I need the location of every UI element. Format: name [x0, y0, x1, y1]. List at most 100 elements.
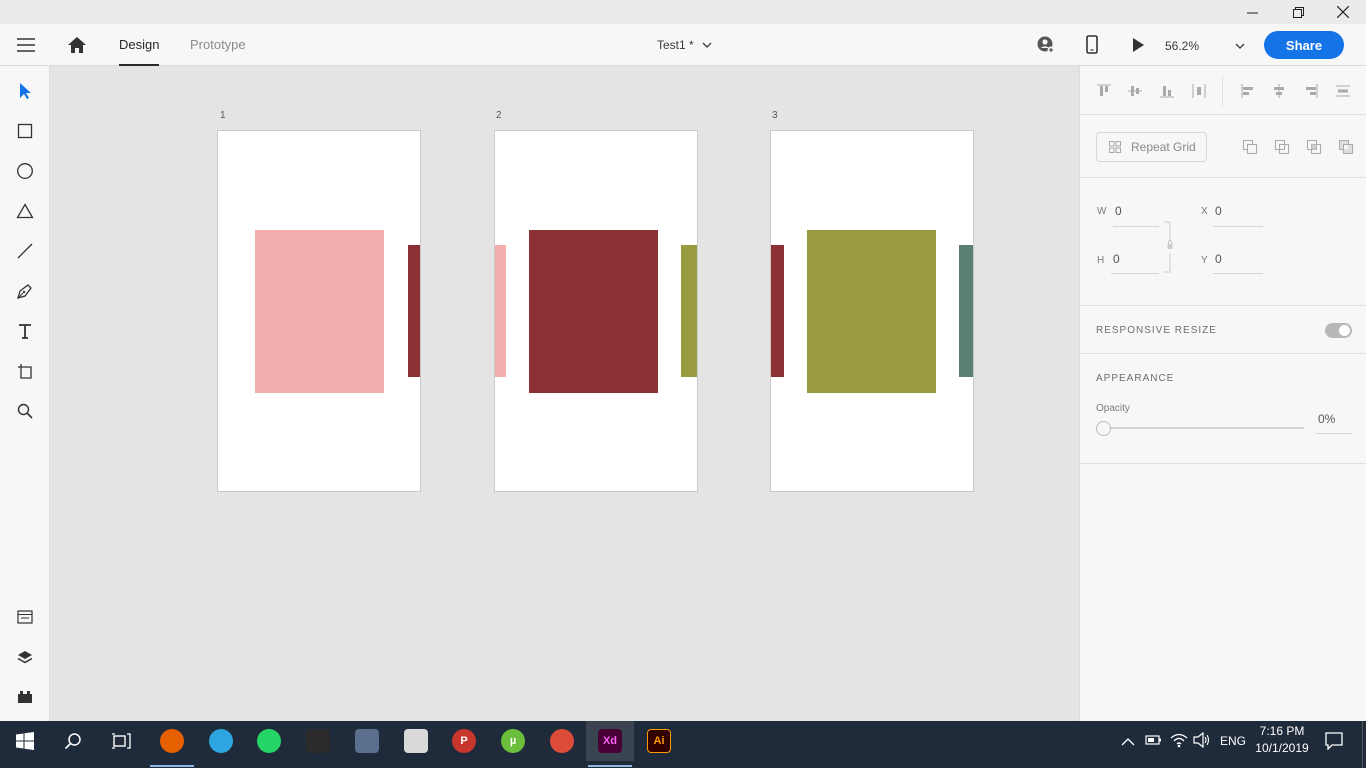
clock[interactable]: 7:16 PM 10/1/2019	[1252, 724, 1312, 755]
distribute-horizontal-button[interactable]	[1189, 81, 1209, 101]
task-view-button[interactable]	[97, 721, 145, 761]
p-app-icon: P	[452, 729, 476, 753]
input-language[interactable]: ENG	[1220, 734, 1246, 748]
layers-panel-button[interactable]	[10, 642, 40, 672]
taskbar-app-red-app[interactable]	[392, 721, 440, 761]
taskbar-app-p-app[interactable]: P	[440, 721, 488, 761]
assets-icon	[17, 610, 33, 624]
invite-user-button[interactable]	[1036, 35, 1056, 55]
select-tool[interactable]	[10, 76, 40, 106]
artboard-2[interactable]	[494, 130, 698, 492]
zoom-dropdown[interactable]: 56.2%	[1165, 37, 1245, 55]
text-tool[interactable]	[10, 316, 40, 346]
taskbar-app-network-tool[interactable]	[343, 721, 391, 761]
align-top-button[interactable]	[1094, 81, 1114, 101]
opacity-slider-handle[interactable]	[1096, 421, 1111, 436]
search-button[interactable]	[49, 721, 97, 761]
artboard-label[interactable]: 1	[220, 110, 226, 121]
taskbar-app-calculator[interactable]	[294, 721, 342, 761]
show-desktop-button[interactable]	[1362, 721, 1363, 768]
distribute-vertical-button[interactable]	[1333, 81, 1353, 101]
home-button[interactable]	[66, 35, 88, 55]
left-peek-rectangle[interactable]	[771, 245, 784, 377]
y-input[interactable]: 0	[1215, 252, 1222, 266]
align-center-button[interactable]	[1269, 81, 1289, 101]
tab-prototype[interactable]: Prototype	[190, 24, 246, 66]
artboard-label[interactable]: 2	[496, 110, 502, 121]
taskbar-app-telegram[interactable]	[197, 721, 245, 761]
line-tool[interactable]	[10, 236, 40, 266]
polygon-tool[interactable]	[10, 196, 40, 226]
chrome-icon	[550, 729, 574, 753]
boolean-subtract-button[interactable]	[1272, 137, 1292, 157]
align-left-button[interactable]	[1238, 81, 1258, 101]
zoom-tool[interactable]	[10, 396, 40, 426]
plugins-panel-button[interactable]	[10, 682, 40, 712]
responsive-resize-toggle[interactable]	[1325, 323, 1352, 338]
left-peek-rectangle[interactable]	[495, 245, 506, 377]
hamburger-menu-button[interactable]	[16, 36, 36, 54]
tab-design[interactable]: Design	[119, 24, 160, 66]
taskbar-app-adobe-xd[interactable]: Xd	[586, 721, 634, 767]
divider	[1080, 305, 1366, 306]
boolean-exclude-button[interactable]	[1336, 137, 1356, 157]
x-input[interactable]: 0	[1215, 204, 1222, 218]
right-peek-rectangle[interactable]	[408, 245, 420, 377]
design-canvas[interactable]: 1 2 3	[50, 66, 1079, 721]
taskbar-app-firefox[interactable]	[148, 721, 196, 767]
height-input[interactable]: 0	[1113, 252, 1120, 266]
taskbar-app-adobe-illustrator[interactable]: Ai	[635, 721, 683, 761]
boolean-add-button[interactable]	[1240, 137, 1260, 157]
repeat-grid-icon	[1109, 141, 1121, 153]
power-tray-button[interactable]	[1145, 733, 1163, 752]
align-middle-button[interactable]	[1125, 81, 1145, 101]
wifi-icon	[1170, 733, 1188, 748]
red-app-icon	[404, 729, 428, 753]
artboard-label[interactable]: 3	[772, 110, 778, 121]
volume-tray-button[interactable]	[1193, 731, 1211, 753]
whatsapp-icon	[257, 729, 281, 753]
play-preview-button[interactable]	[1130, 36, 1146, 54]
artboard-tool[interactable]	[10, 356, 40, 386]
taskbar-app-utorrent[interactable]: µ	[489, 721, 537, 761]
device-preview-button[interactable]	[1084, 35, 1100, 55]
center-rectangle[interactable]	[529, 230, 658, 393]
home-icon	[68, 37, 86, 53]
network-tray-button[interactable]	[1170, 732, 1188, 753]
pen-tool[interactable]	[10, 276, 40, 306]
tray-overflow-button[interactable]	[1121, 734, 1135, 752]
assets-panel-button[interactable]	[10, 602, 40, 632]
opacity-slider-track[interactable]	[1110, 427, 1304, 429]
lock-aspect-button[interactable]	[1164, 221, 1176, 273]
align-bottom-button[interactable]	[1157, 81, 1177, 101]
chevron-up-icon	[1121, 738, 1135, 746]
right-peek-rectangle[interactable]	[959, 245, 973, 377]
align-right-button[interactable]	[1301, 81, 1321, 101]
minimize-button[interactable]	[1229, 0, 1275, 24]
ellipse-tool[interactable]	[10, 156, 40, 186]
boolean-intersect-button[interactable]	[1304, 137, 1324, 157]
divider	[1080, 114, 1366, 115]
opacity-value-input[interactable]: 0%	[1318, 412, 1335, 426]
repeat-grid-button[interactable]: Repeat Grid	[1096, 132, 1207, 162]
center-rectangle[interactable]	[807, 230, 936, 393]
document-title-dropdown[interactable]: Test1 *	[657, 38, 712, 52]
taskbar-app-whatsapp[interactable]	[245, 721, 293, 761]
polygon-icon	[16, 203, 34, 219]
y-label: Y	[1201, 255, 1208, 266]
center-rectangle[interactable]	[255, 230, 384, 393]
restore-icon	[1292, 6, 1304, 18]
taskbar-app-chrome[interactable]	[538, 721, 586, 761]
artboard-1[interactable]	[217, 130, 421, 492]
restore-button[interactable]	[1275, 0, 1321, 24]
width-input[interactable]: 0	[1115, 204, 1122, 218]
adobe-illustrator-icon: Ai	[647, 729, 671, 753]
artboard-3[interactable]	[770, 130, 974, 492]
close-window-button[interactable]	[1320, 0, 1366, 24]
right-peek-rectangle[interactable]	[681, 245, 697, 377]
action-center-button[interactable]	[1325, 732, 1343, 755]
share-button[interactable]: Share	[1264, 31, 1344, 59]
rectangle-tool[interactable]	[10, 116, 40, 146]
artboard-icon	[18, 364, 32, 379]
start-button[interactable]	[1, 721, 49, 761]
